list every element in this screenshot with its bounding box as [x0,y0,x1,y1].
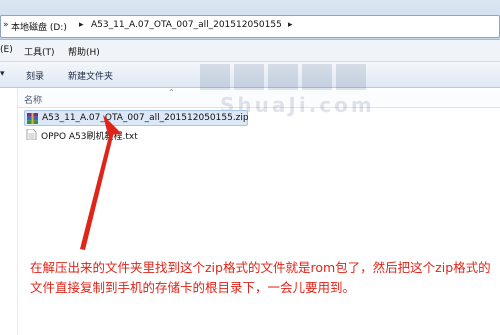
text-file-icon [26,129,37,140]
menu-edit[interactable]: (E) [0,45,13,55]
zip-archive-icon [27,113,38,124]
burn-button[interactable]: 刻录 [26,69,44,82]
file-row-txt[interactable]: OPPO A53刷机教程.txt [24,127,184,143]
address-back-chevron-icon[interactable]: » [3,20,9,30]
cmd-dropdown-chevron-icon[interactable]: ▾ [0,69,5,79]
chevron-right-icon[interactable]: ▸ [288,20,293,30]
menu-tools[interactable]: 工具(T) [24,45,55,58]
file-name-zip: A53_11_A.07_OTA_007_all_201512050155.zip [42,113,249,123]
address-bar-area: » 本地磁盘 (D:) ▸ A53_11_A.07_OTA_007_all_20… [0,0,500,40]
column-header-name[interactable]: 名称 [24,93,42,106]
file-name-txt: OPPO A53刷机教程.txt [41,132,138,142]
breadcrumb-folder[interactable]: A53_11_A.07_OTA_007_all_201512050155 [91,20,282,30]
new-folder-button[interactable]: 新建文件夹 [68,69,113,82]
instruction-annotation: 在解压出来的文件夹里找到这个zip格式的文件就是rom包了，然后把这个zip格式… [30,260,491,295]
chevron-right-icon[interactable]: ▸ [79,20,84,30]
breadcrumb-drive[interactable]: 本地磁盘 (D:) [11,20,67,33]
address-bar[interactable]: » 本地磁盘 (D:) ▸ A53_11_A.07_OTA_007_all_20… [0,15,500,38]
file-row-zip[interactable]: A53_11_A.07_OTA_007_all_201512050155.zip [24,110,249,126]
menu-help[interactable]: 帮助(H) [68,45,100,58]
menu-bar: (E) 工具(T) 帮助(H) [0,40,500,62]
navigation-pane[interactable] [0,88,18,335]
